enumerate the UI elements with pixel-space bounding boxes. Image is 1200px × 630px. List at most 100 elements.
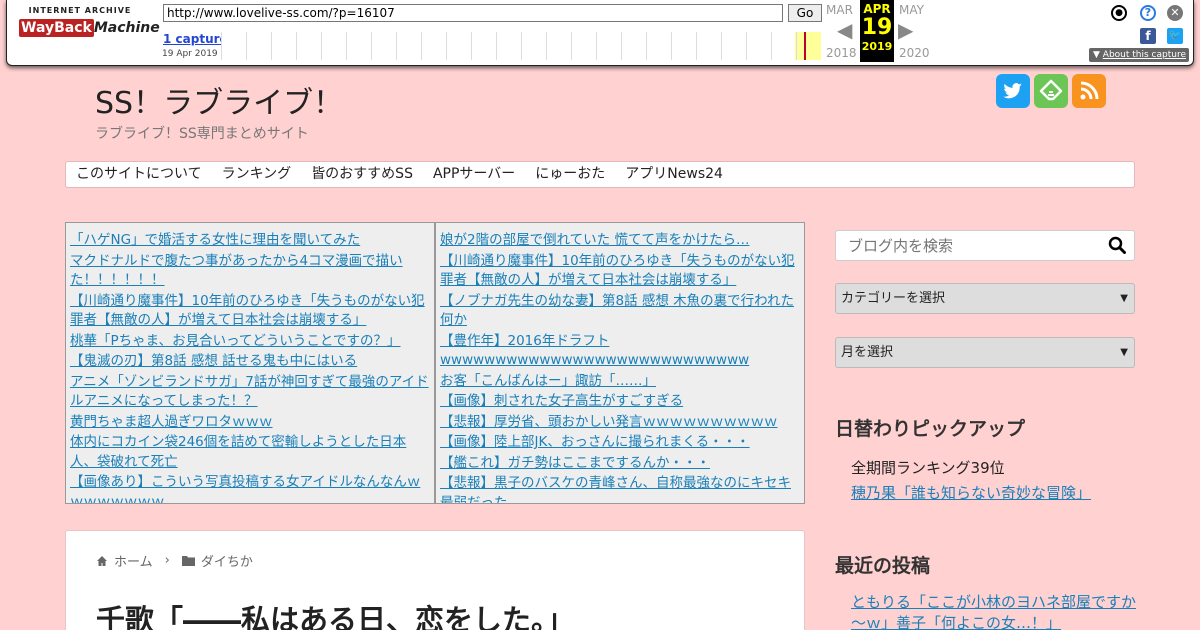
headline-link[interactable]: 【鬼滅の刃】第8話 感想 話せる鬼も中にはいる <box>70 352 430 372</box>
wayback-go-button[interactable]: Go <box>788 4 822 22</box>
pickup-heading: 日替わりピックアップ <box>835 418 1026 440</box>
help-icon[interactable]: ? <box>1140 5 1156 21</box>
headlines-left[interactable]: 「ハゲNG」で婚活する女性に理由を聞いてみた マクドナルドで腹たつ事があったから… <box>65 222 435 504</box>
wayback-prev-year[interactable]: 2018 <box>826 46 857 60</box>
month-select[interactable]: 月を選択 ▼ <box>835 337 1135 368</box>
user-icon[interactable]: ● <box>1111 5 1127 21</box>
headline-link[interactable]: お客「こんばんはー」諏訪「……」 <box>440 372 800 392</box>
sparkline-tick <box>571 32 572 60</box>
headline-link[interactable]: 【川崎通り魔事件】10年前のひろゆき「失うものがない犯罪者【無敵の人】が増えて日… <box>70 292 430 331</box>
nav-item-appnews24[interactable]: アプリNews24 <box>615 162 733 187</box>
sparkline-tick <box>771 32 772 60</box>
month-select-value: 月を選択 <box>841 345 894 360</box>
wayback-current-year: 2019 <box>861 40 893 53</box>
sparkline-tick <box>696 32 697 60</box>
feedly-icon[interactable] <box>1034 74 1068 108</box>
headline-link[interactable]: マクドナルドで腹たつ事があったから4コマ漫画で描いた！！！！！！ <box>70 252 430 291</box>
breadcrumb-home[interactable]: ホーム <box>114 551 153 570</box>
nav-item-recommended[interactable]: 皆のおすすめSS <box>301 162 423 187</box>
headline-link[interactable]: 【艦これ】ガチ勢はここまでするんか・・・ <box>440 454 800 474</box>
breadcrumb: ホーム › ダイちか <box>96 551 253 570</box>
headline-link[interactable]: 体内にコカイン袋246個を詰めて密輸しようとした日本人、袋破れて死亡 <box>70 433 430 472</box>
search-icon[interactable] <box>1108 236 1126 254</box>
search-input[interactable] <box>836 231 1096 260</box>
recent-posts-heading: 最近の投稿 <box>835 555 931 577</box>
sparkline-tick <box>421 32 422 60</box>
site-tagline: ラブライブ！SS専門まとめサイト <box>95 126 309 142</box>
wayback-capture-date: 19 Apr 2019 <box>162 49 218 59</box>
headline-link[interactable]: 【ノブナガ先生の幼な妻】第8話 感想 木魚の裏で行われた何か <box>440 292 800 331</box>
twitter-share-icon[interactable]: 🐦 <box>1167 28 1183 44</box>
nav-item-about[interactable]: このサイトについて <box>66 162 212 187</box>
wayback-next-year[interactable]: 2020 <box>899 46 930 60</box>
wayback-url-input[interactable] <box>163 4 783 22</box>
facebook-share-icon[interactable]: f <box>1140 28 1156 44</box>
sparkline-tick <box>721 32 722 60</box>
sparkline-tick <box>746 32 747 60</box>
wayback-sparkline[interactable] <box>221 32 821 60</box>
headline-link[interactable]: 【川崎通り魔事件】10年前のひろゆき「失うものがない犯罪者【無敵の人】が増えて日… <box>440 252 800 291</box>
home-icon <box>97 555 107 566</box>
headline-link[interactable]: 【悲報】黒子のバスケの青峰さん、自称最強なのにキセキ最弱だった <box>440 474 800 503</box>
main-nav: このサイトについて ランキング 皆のおすすめSS APPサーバー にゅーおた ア… <box>65 161 1135 188</box>
breadcrumb-separator: › <box>164 553 170 568</box>
close-icon[interactable]: ✕ <box>1167 5 1183 21</box>
pickup-link[interactable]: 穂乃果「誰も知らない奇妙な冒険」 <box>851 483 1141 504</box>
sparkline-tick <box>321 32 322 60</box>
wayback-logo-top: INTERNET ARCHIVE <box>28 6 132 15</box>
sparkline-tick <box>671 32 672 60</box>
category-select[interactable]: カテゴリーを選択 ▼ <box>835 283 1135 314</box>
sparkline-tick <box>596 32 597 60</box>
headline-link[interactable]: 【豊作年】2016年ドラフト wwwwwwwwwwwwwwwwwwwwwwwww… <box>440 332 800 371</box>
article-title: 千歌「――私はある日、恋をした。」 <box>96 603 575 630</box>
wayback-logo-wayback: WayBack <box>19 19 94 37</box>
breadcrumb-category[interactable]: ダイちか <box>201 551 253 570</box>
sparkline-tick <box>371 32 372 60</box>
rss-icon[interactable] <box>1072 74 1106 108</box>
wayback-current-month: APR <box>863 2 891 16</box>
headline-link[interactable]: 黄門ちゃま超人過ぎワロタｗｗｗ <box>70 413 430 433</box>
wayback-logo-machine: Machine <box>93 20 160 36</box>
site-title[interactable]: SS！ラブライブ！ <box>95 78 343 122</box>
sparkline-tick <box>646 32 647 60</box>
wayback-prev-arrow-icon[interactable]: ◀ <box>837 18 852 42</box>
wayback-logo[interactable]: INTERNET ARCHIVE WayBack Machine <box>19 6 160 50</box>
dropdown-arrow-icon: ▼ <box>1120 293 1128 304</box>
headline-link[interactable]: 【画像あり】こういう写真投稿する女アイドルなんなんｗｗｗｗｗｗｗｗ <box>70 473 430 503</box>
headlines-right[interactable]: 娘が2階の部屋で倒れていた 慌てて声をかけたら… 【川崎通り魔事件】10年前のひ… <box>435 222 805 504</box>
sparkline-tick <box>446 32 447 60</box>
sparkline-tick <box>496 32 497 60</box>
nav-item-nyuota[interactable]: にゅーおた <box>525 162 615 187</box>
sparkline-tick <box>471 32 472 60</box>
headline-link[interactable]: 【画像】刺された女子高生がすごすぎる <box>440 392 800 412</box>
sparkline-tick <box>546 32 547 60</box>
twitter-icon[interactable] <box>996 74 1030 108</box>
nav-item-ranking[interactable]: ランキング <box>212 162 302 187</box>
headline-link[interactable]: 娘が2階の部屋で倒れていた 慌てて声をかけたら… <box>440 231 800 251</box>
category-select-value: カテゴリーを選択 <box>841 291 946 306</box>
headline-link[interactable]: アニメ「ゾンビランドサガ」7話が神回すぎて最強のアイドルアニメになってしまった！… <box>70 373 430 412</box>
sparkline-tick <box>346 32 347 60</box>
recent-post-link[interactable]: ともりる「ここが小林のヨハネ部屋ですか～ｗ」善子「何よこの女…！」 <box>851 592 1141 630</box>
blog-search <box>835 230 1135 261</box>
wayback-toolbar: INTERNET ARCHIVE WayBackMachine Go 1 cap… <box>6 0 1194 66</box>
wayback-current-date: APR 19 2019 <box>860 0 894 62</box>
sparkline-capture-mark[interactable] <box>804 32 806 60</box>
wayback-prev-month[interactable]: MAR <box>826 3 853 17</box>
wayback-next-arrow-icon[interactable]: ▶ <box>898 18 913 42</box>
article-card: ホーム › ダイちか 千歌「――私はある日、恋をした。」 <box>65 530 805 630</box>
wayback-captures-link[interactable]: 1 capture <box>163 32 228 46</box>
headline-link[interactable]: 桃華「Pちゃま、お見合いってどういうことですの？」 <box>70 332 430 352</box>
headline-link[interactable]: 【画像】陸上部JK、おっさんに撮られまくる・・・ <box>440 433 800 453</box>
sparkline-tick <box>296 32 297 60</box>
sparkline-tick <box>246 32 247 60</box>
headline-link[interactable]: 【悲報】厚労省、頭おかしい発言ｗｗｗｗｗｗｗｗｗｗ <box>440 413 800 433</box>
about-capture-button[interactable]: ▼ About this capture <box>1089 48 1189 62</box>
sparkline-current-month <box>795 32 821 60</box>
nav-item-app-server[interactable]: APPサーバー <box>423 162 525 187</box>
sparkline-tick <box>796 32 797 60</box>
sparkline-tick <box>221 32 222 60</box>
wayback-current-day: 19 <box>861 15 893 40</box>
wayback-next-month[interactable]: MAY <box>899 3 924 17</box>
headline-link[interactable]: 「ハゲNG」で婚活する女性に理由を聞いてみた <box>70 231 430 251</box>
